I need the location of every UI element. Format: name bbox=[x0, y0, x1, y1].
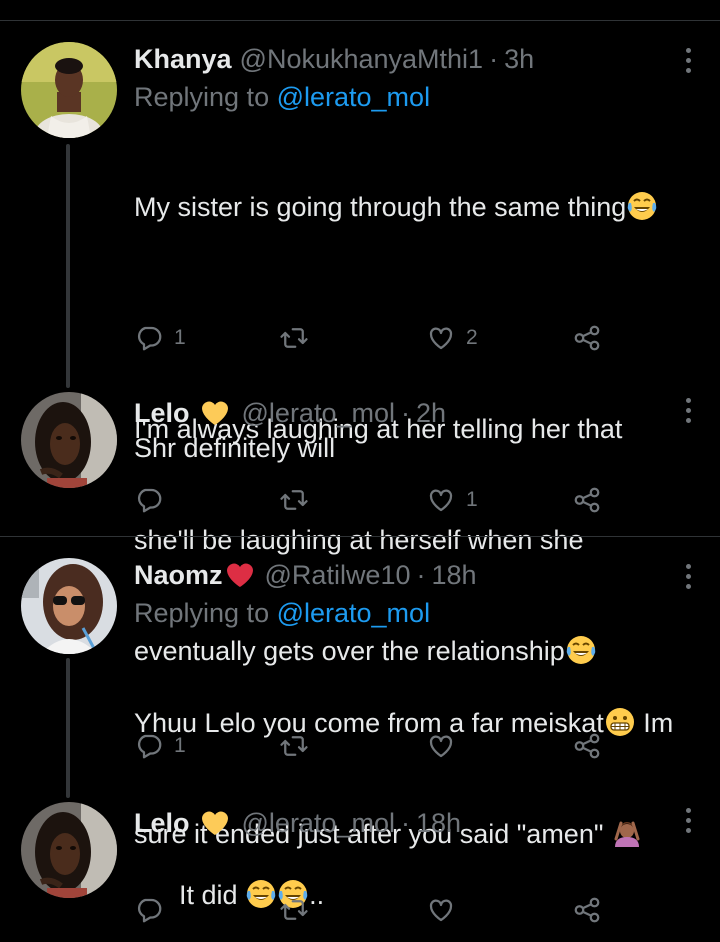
yellow-heart-emoji bbox=[201, 811, 228, 835]
more-icon[interactable] bbox=[678, 392, 698, 428]
share-button[interactable] bbox=[572, 890, 602, 930]
like-count: 2 bbox=[466, 326, 478, 349]
retweet-icon bbox=[280, 490, 308, 510]
display-name[interactable]: Lelo bbox=[134, 806, 190, 840]
more-icon[interactable] bbox=[678, 802, 698, 838]
tweet-header: Khanya @NokukhanyaMthi1 · 3h bbox=[134, 42, 696, 76]
share-icon bbox=[574, 733, 600, 759]
like-icon bbox=[429, 327, 453, 350]
retweet-button[interactable] bbox=[279, 726, 309, 766]
retweet-button[interactable] bbox=[279, 480, 309, 520]
tears-of-joy-emoji bbox=[626, 191, 658, 221]
reply-button[interactable] bbox=[134, 480, 174, 520]
retweet-icon bbox=[280, 736, 308, 756]
reply-icon bbox=[137, 326, 162, 351]
retweet-icon bbox=[280, 900, 308, 920]
timestamp[interactable]: 18h bbox=[416, 806, 461, 840]
replying-to-label: Replying to bbox=[134, 82, 277, 112]
tweet-lelo-reply-2[interactable]: Lelo @lerato_mol · 18h It did .. bbox=[0, 802, 720, 942]
tweet-naomz[interactable]: Naomz @Ratilwe10 · 18h Replying to @lera… bbox=[0, 556, 720, 849]
like-button[interactable] bbox=[426, 890, 466, 930]
timestamp[interactable]: 2h bbox=[416, 396, 446, 430]
like-button[interactable] bbox=[426, 726, 466, 766]
yellow-heart-emoji bbox=[201, 401, 228, 425]
like-button[interactable]: 1 bbox=[426, 480, 478, 520]
share-button[interactable] bbox=[572, 480, 602, 520]
more-icon[interactable] bbox=[678, 42, 698, 78]
reply-count: 1 bbox=[174, 326, 186, 349]
like-icon bbox=[429, 489, 453, 512]
reply-button[interactable]: 1 bbox=[134, 318, 186, 358]
replying-to-link[interactable]: @lerato_mol bbox=[277, 82, 430, 112]
separator-dot: · bbox=[401, 808, 410, 838]
retweet-button[interactable] bbox=[279, 890, 309, 930]
top-divider bbox=[0, 20, 720, 21]
separator-dot: · bbox=[401, 398, 410, 428]
avatar[interactable] bbox=[21, 42, 117, 138]
like-icon bbox=[429, 899, 453, 922]
user-handle[interactable]: @lerato_mol bbox=[242, 806, 395, 840]
reply-icon bbox=[137, 734, 162, 759]
tweet-lelo-reply[interactable]: Lelo @lerato_mol · 2h Shr definitely wil… bbox=[0, 392, 720, 532]
tweet-khanya[interactable]: Khanya @NokukhanyaMthi1 · 3h Replying to… bbox=[0, 40, 720, 666]
replying-to: Replying to @lerato_mol bbox=[134, 79, 696, 115]
display-name[interactable]: Lelo bbox=[134, 396, 190, 430]
display-name[interactable]: Khanya bbox=[134, 42, 232, 76]
share-button[interactable] bbox=[572, 318, 602, 358]
replying-to-link[interactable]: @lerato_mol bbox=[277, 598, 430, 628]
user-handle[interactable]: @lerato_mol bbox=[242, 396, 395, 430]
tweet-actions: 1 bbox=[134, 726, 614, 766]
tweet-header: Lelo @lerato_mol · 18h bbox=[134, 806, 696, 840]
timestamp[interactable]: 3h bbox=[504, 42, 534, 76]
user-handle[interactable]: @NokukhanyaMthi1 bbox=[240, 42, 484, 76]
replying-to-label: Replying to bbox=[134, 598, 277, 628]
thread-divider bbox=[0, 536, 720, 537]
separator-dot: · bbox=[416, 560, 426, 590]
replying-to: Replying to @lerato_mol bbox=[134, 595, 696, 631]
more-icon[interactable] bbox=[678, 558, 698, 594]
retweet-button[interactable] bbox=[279, 318, 309, 358]
reply-icon bbox=[137, 898, 162, 923]
timestamp[interactable]: 18h bbox=[431, 558, 476, 592]
reply-count: 1 bbox=[174, 734, 186, 757]
tweet-header: Lelo @lerato_mol · 2h bbox=[134, 396, 696, 430]
tweet-actions bbox=[134, 890, 614, 930]
user-handle[interactable]: @Ratilwe10 bbox=[265, 558, 411, 592]
reply-icon bbox=[137, 488, 162, 513]
share-button[interactable] bbox=[572, 726, 602, 766]
avatar[interactable] bbox=[21, 558, 117, 654]
avatar[interactable] bbox=[21, 392, 117, 488]
red-heart-emoji bbox=[226, 563, 253, 587]
share-icon bbox=[574, 897, 600, 923]
tweet-text-line-end: Im bbox=[635, 708, 674, 738]
reply-button[interactable]: 1 bbox=[134, 726, 186, 766]
avatar[interactable] bbox=[21, 802, 117, 898]
retweet-icon bbox=[280, 328, 308, 348]
tweet-text-line: My sister is going through the same thin… bbox=[134, 192, 627, 222]
like-icon bbox=[429, 735, 453, 758]
display-name[interactable]: Naomz bbox=[134, 558, 223, 592]
tweet-actions: 1 bbox=[134, 480, 614, 520]
reply-button[interactable] bbox=[134, 890, 174, 930]
like-count: 1 bbox=[466, 488, 478, 511]
separator-dot: · bbox=[489, 44, 499, 74]
share-icon bbox=[574, 487, 600, 513]
share-icon bbox=[574, 325, 600, 351]
tweet-actions: 1 2 bbox=[134, 318, 614, 358]
tweet-text: Shr definitely will bbox=[134, 433, 336, 463]
tweet-header: Naomz @Ratilwe10 · 18h bbox=[134, 558, 696, 592]
like-button[interactable]: 2 bbox=[426, 318, 478, 358]
